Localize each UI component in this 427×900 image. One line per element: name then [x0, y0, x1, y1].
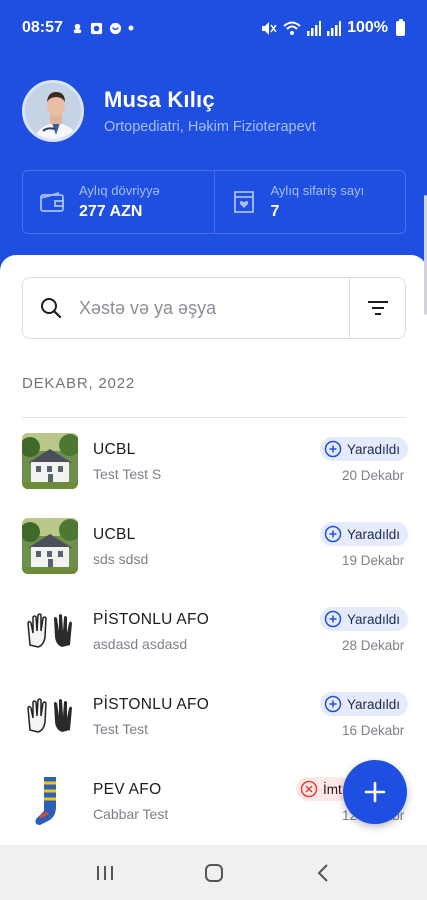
doctor-photo — [25, 83, 81, 139]
app-icon — [109, 22, 121, 34]
status-label: Yaradıldı — [347, 441, 401, 457]
orders-sheet: DEKABR, 2022 UCBL — [0, 255, 427, 845]
order-patient: sds sdsd — [93, 551, 149, 567]
list-item[interactable]: UCBL sds sdsd Yaradıldı 19 Dekabr — [0, 512, 427, 597]
stat-label: Aylıq sifariş sayı — [270, 183, 365, 198]
profile-name: Musa Kılıç — [104, 87, 215, 112]
order-patient: Test Test S — [93, 466, 162, 482]
home-button[interactable] — [194, 853, 234, 893]
status-badge: Yaradıldı — [320, 522, 409, 546]
recent-apps-button[interactable] — [85, 853, 125, 893]
stats-card: Aylıq dövriyyə 277 AZN Aylıq sifariş say… — [22, 170, 406, 234]
order-title: PEV AFO — [93, 781, 162, 798]
search-icon — [41, 298, 62, 319]
order-date: 19 Dekabr — [342, 553, 405, 568]
order-patient: Cabbar Test — [93, 806, 169, 822]
status-time: 08:57 — [22, 19, 63, 36]
plus-circle-icon — [324, 695, 342, 713]
stat-label: Aylıq dövriyyə — [79, 183, 160, 198]
stat-monthly-turnover: Aylıq dövriyyə 277 AZN — [23, 171, 214, 233]
system-nav-bar — [0, 845, 427, 900]
status-label: Yaradıldı — [347, 696, 401, 712]
sock-image — [22, 773, 78, 829]
order-title: PİSTONLU AFO — [93, 611, 210, 628]
list-item[interactable]: PİSTONLU AFO asdasd asdasd Yaradıldı 28 … — [0, 597, 427, 682]
battery-percent: 100% — [347, 19, 388, 36]
house-image — [22, 433, 78, 489]
status-badge: Yaradıldı — [320, 692, 409, 716]
order-patient: Test Test — [93, 721, 148, 737]
order-patient: asdasd asdasd — [93, 636, 188, 652]
recent-apps-icon — [96, 865, 113, 880]
status-label: Yaradıldı — [347, 526, 401, 542]
plus-circle-icon — [324, 440, 342, 458]
house-image — [22, 518, 78, 574]
avatar[interactable] — [22, 80, 84, 142]
wifi-icon — [283, 21, 301, 35]
battery-icon — [396, 18, 405, 36]
plus-icon — [364, 781, 386, 803]
plus-circle-icon — [324, 525, 342, 543]
signal-icon — [327, 20, 342, 36]
filter-button[interactable] — [349, 278, 405, 338]
order-date: 20 Dekabr — [342, 468, 405, 483]
mute-icon — [262, 21, 277, 35]
stat-value: 277 AZN — [79, 203, 143, 220]
filter-icon — [367, 301, 388, 315]
dot-icon — [128, 25, 134, 31]
stat-monthly-orders: Aylıq sifariş sayı 7 — [213, 171, 406, 233]
back-button[interactable] — [303, 853, 343, 893]
media-icon — [90, 22, 102, 34]
gloves-image — [22, 603, 78, 659]
back-icon — [317, 863, 328, 882]
stat-value: 7 — [270, 203, 280, 220]
wallet-icon — [40, 192, 64, 212]
add-order-button[interactable] — [343, 760, 407, 824]
list-item[interactable]: UCBL Test Test S Yaradıldı 20 Dekabr — [0, 427, 427, 512]
signal-icon — [307, 20, 322, 36]
list-item[interactable]: PİSTONLU AFO Test Test Yaradıldı 16 Deka… — [0, 682, 427, 767]
profile-role: Ortopediatri, Həkim Fizioterapevt — [104, 119, 316, 135]
status-label: Yaradıldı — [347, 611, 401, 627]
gloves-image — [22, 688, 78, 744]
order-title: UCBL — [93, 441, 136, 458]
cancel-circle-icon — [300, 780, 318, 798]
notification-icon — [73, 23, 82, 33]
status-bar: 08:57 100% — [0, 0, 427, 56]
order-date: 28 Dekabr — [342, 638, 405, 653]
search-input[interactable] — [79, 297, 329, 319]
status-badge: Yaradıldı — [320, 607, 409, 631]
section-title: DEKABR, 2022 — [22, 375, 135, 392]
status-label: İmt — [323, 781, 342, 797]
plus-circle-icon — [324, 610, 342, 628]
status-badge: Yaradıldı — [320, 437, 409, 461]
status-badge: İmt — [296, 777, 350, 801]
order-date: 16 Dekabr — [342, 723, 405, 738]
order-heart-icon — [233, 191, 254, 213]
search-bar — [22, 277, 406, 339]
profile: Musa Kılıç Ortopediatri, Həkim Fiziotera… — [22, 80, 316, 142]
order-title: PİSTONLU AFO — [93, 696, 210, 713]
divider — [22, 417, 406, 418]
home-icon — [204, 863, 223, 882]
order-title: UCBL — [93, 526, 136, 543]
